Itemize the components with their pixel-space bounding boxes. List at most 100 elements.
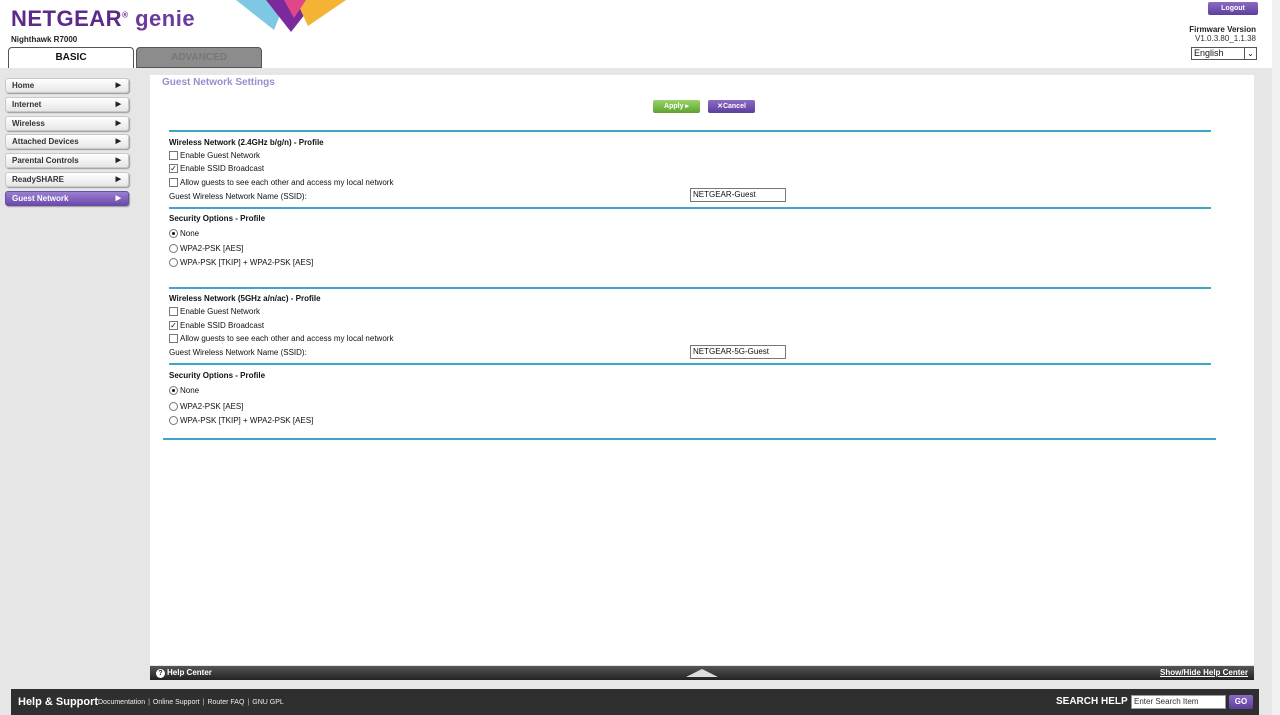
arrow-right-icon: ▶ xyxy=(115,194,121,202)
sidebar-item-readyshare[interactable]: ReadySHARE ▶ xyxy=(5,171,129,187)
sidebar-item-label: Wireless xyxy=(12,118,45,128)
footer: Help & Support Documentation | Online Su… xyxy=(11,689,1259,715)
page-title: Guest Network Settings xyxy=(162,77,275,88)
sidebar: Home ▶ Internet ▶ Wireless ▶ Attached Devic… xyxy=(5,78,129,210)
band24-enable-ssid-row: ✓ Enable SSID Broadcast xyxy=(169,164,264,173)
band5-allow-guests-checkbox[interactable] xyxy=(169,334,178,343)
radio-label: WPA2-PSK [AES] xyxy=(180,244,244,253)
divider xyxy=(169,363,1211,365)
go-button[interactable]: GO xyxy=(1229,695,1253,709)
arrow-right-icon: ▶ xyxy=(115,175,121,183)
apply-button[interactable]: Apply ▸ xyxy=(653,100,700,113)
netgear-logo: NETGEAR® genie xyxy=(11,6,196,31)
band5-enable-ssid-row: ✓ Enable SSID Broadcast xyxy=(169,321,264,330)
band24-security-title: Security Options - Profile xyxy=(169,214,266,223)
band5-enable-guest-checkbox[interactable] xyxy=(169,307,178,316)
sidebar-item-attached-devices[interactable]: Attached Devices ▶ xyxy=(5,134,129,150)
band5-option-mixed: WPA-PSK [TKIP] + WPA2-PSK [AES] xyxy=(169,416,313,425)
radio-label: WPA-PSK [TKIP] + WPA2-PSK [AES] xyxy=(180,258,314,267)
search-input[interactable]: Enter Search Item xyxy=(1131,695,1226,709)
sidebar-item-label: Internet xyxy=(12,99,42,109)
band24-radio-wpa2[interactable] xyxy=(169,244,178,253)
divider xyxy=(163,438,1216,440)
radio-label: WPA2-PSK [AES] xyxy=(180,402,244,411)
radio-label: WPA-PSK [TKIP] + WPA2-PSK [AES] xyxy=(180,416,314,425)
model-name: Nighthawk R7000 xyxy=(11,35,78,44)
language-value: English xyxy=(1194,48,1224,58)
question-icon: ? xyxy=(156,669,165,678)
band5-option-wpa2: WPA2-PSK [AES] xyxy=(169,402,243,411)
band24-ssid-input[interactable]: NETGEAR-Guest xyxy=(690,188,786,202)
band5-ssid-label: Guest Wireless Network Name (SSID): xyxy=(169,348,307,357)
separator: | xyxy=(247,699,250,706)
tab-basic[interactable]: BASIC xyxy=(8,47,134,68)
sidebar-item-guest-network[interactable]: Guest Network ▶ xyxy=(5,190,129,206)
checkbox-label: Enable Guest Network xyxy=(180,151,261,160)
genie-logo-graphic xyxy=(236,0,346,32)
show-hide-help-link[interactable]: Show/Hide Help Center xyxy=(1160,668,1248,677)
gnu-gpl-link[interactable]: GNU GPL xyxy=(252,699,284,706)
band24-radio-mixed[interactable] xyxy=(169,258,178,267)
logout-button[interactable]: Logout xyxy=(1208,2,1258,15)
band24-enable-ssid-checkbox[interactable]: ✓ xyxy=(169,164,178,173)
band5-radio-mixed[interactable] xyxy=(169,416,178,425)
radio-label: None xyxy=(180,229,200,238)
help-support-title: Help & Support xyxy=(18,696,99,708)
help-center-label: Help Center xyxy=(167,668,212,677)
sidebar-item-label: ReadySHARE xyxy=(12,174,65,184)
band24-enable-guest-checkbox[interactable] xyxy=(169,151,178,160)
cancel-label: Cancel xyxy=(722,103,746,110)
chevron-down-icon: ⌄ xyxy=(1244,48,1256,59)
radio-label: None xyxy=(180,386,200,395)
sidebar-item-internet[interactable]: Internet ▶ xyxy=(5,96,129,112)
divider xyxy=(169,207,1211,209)
tab-advanced[interactable]: ADVANCED xyxy=(136,47,262,68)
checkbox-label: Enable SSID Broadcast xyxy=(180,321,265,330)
band5-security-title: Security Options - Profile xyxy=(169,371,266,380)
sidebar-item-parental-controls[interactable]: Parental Controls ▶ xyxy=(5,153,129,169)
band24-allow-guests-row: Allow guests to see each other and acces… xyxy=(169,178,393,187)
arrow-right-icon: ▶ xyxy=(115,119,121,127)
divider xyxy=(169,130,1211,132)
language-select[interactable]: English ⌄ xyxy=(1191,47,1257,60)
sidebar-item-label: Guest Network xyxy=(12,193,69,203)
router-faq-link[interactable]: Router FAQ xyxy=(207,699,244,706)
divider xyxy=(169,287,1211,289)
firmware-value: V1.0.3.80_1.1.38 xyxy=(1195,34,1256,43)
sidebar-item-wireless[interactable]: Wireless ▶ xyxy=(5,115,129,131)
band24-enable-guest-row: Enable Guest Network xyxy=(169,151,260,160)
band24-option-none: None xyxy=(169,229,199,238)
sidebar-item-label: Home xyxy=(12,81,35,90)
help-center-bar: ? Help Center Show/Hide Help Center xyxy=(150,666,1254,680)
separator: | xyxy=(148,699,150,706)
scrollbar[interactable] xyxy=(1272,0,1280,715)
arrow-right-icon: ▶ xyxy=(115,138,121,146)
arrow-right-icon: ▶ xyxy=(115,157,121,165)
checkbox-label: Allow guests to see each other and acces… xyxy=(180,178,394,187)
band5-radio-wpa2[interactable] xyxy=(169,402,178,411)
online-support-link[interactable]: Online Support xyxy=(153,699,200,706)
header: NETGEAR® genie Nighthawk R7000 BASIC ADV… xyxy=(0,0,1280,68)
band5-ssid-input[interactable]: NETGEAR-5G-Guest xyxy=(690,345,786,359)
arrow-right-icon: ▶ xyxy=(115,82,121,89)
help-center-toggle[interactable]: ? Help Center xyxy=(156,668,212,678)
band5-radio-none[interactable] xyxy=(169,386,178,395)
sidebar-item-label: Parental Controls xyxy=(12,156,79,166)
band24-ssid-label: Guest Wireless Network Name (SSID): xyxy=(169,192,307,201)
band24-radio-none[interactable] xyxy=(169,229,178,238)
sidebar-item-home[interactable]: Home ▶ xyxy=(5,78,129,93)
band5-allow-guests-row: Allow guests to see each other and acces… xyxy=(169,334,393,343)
cancel-button[interactable]: ✕Cancel xyxy=(708,100,755,113)
documentation-link[interactable]: Documentation xyxy=(98,699,145,706)
checkbox-label: Enable Guest Network xyxy=(180,307,261,316)
checkbox-label: Enable SSID Broadcast xyxy=(180,164,265,173)
expand-arrow-icon[interactable] xyxy=(686,669,718,677)
search-help-label: SEARCH HELP xyxy=(1056,696,1128,707)
band24-title: Wireless Network (2.4GHz b/g/n) - Profil… xyxy=(169,138,324,147)
sidebar-item-label: Attached Devices xyxy=(12,137,79,147)
band24-allow-guests-checkbox[interactable] xyxy=(169,178,178,187)
arrow-right-icon: ▶ xyxy=(115,100,121,108)
band5-enable-ssid-checkbox[interactable]: ✓ xyxy=(169,321,178,330)
separator: | xyxy=(202,699,205,706)
band5-title: Wireless Network (5GHz a/n/ac) - Profile xyxy=(169,294,321,303)
